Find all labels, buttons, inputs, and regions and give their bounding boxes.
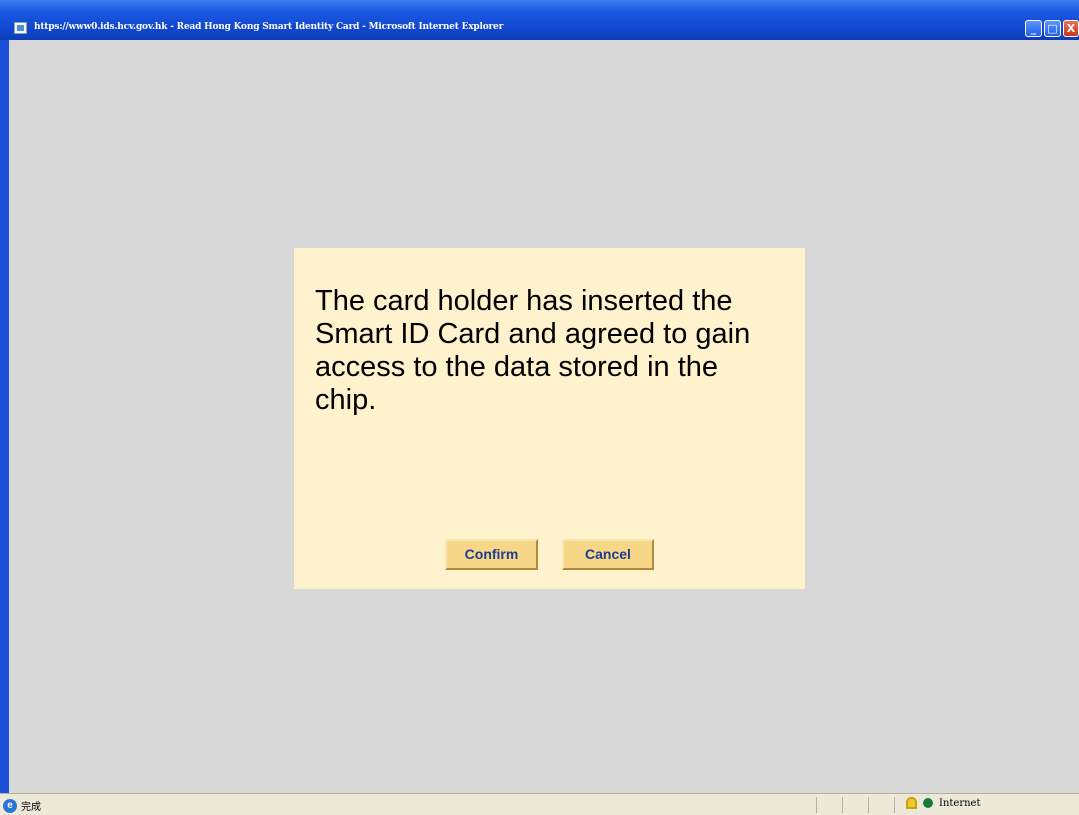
page-content: The card holder has inserted the Smart I… xyxy=(9,40,1079,793)
status-divider xyxy=(868,797,869,813)
ie-page-icon xyxy=(14,22,27,34)
confirm-button[interactable]: Confirm xyxy=(445,539,538,570)
confirmation-dialog: The card holder has inserted the Smart I… xyxy=(294,248,805,589)
status-divider xyxy=(894,797,895,813)
globe-icon xyxy=(923,798,933,808)
window-title: https://www0.ids.hcv.gov.hk - Read Hong … xyxy=(34,22,504,32)
status-text: 完成 xyxy=(21,802,41,813)
status-left: e 完成 xyxy=(3,798,41,813)
status-divider xyxy=(816,797,817,813)
browser-window: https://www0.ids.hcv.gov.hk - Read Hong … xyxy=(0,0,1079,815)
zone-text: Internet xyxy=(939,797,981,809)
ie-page-icon: e xyxy=(3,798,17,813)
maximize-button[interactable]: □ xyxy=(1044,20,1061,37)
status-bar: e 完成 Internet xyxy=(0,793,1079,815)
security-zone[interactable]: Internet xyxy=(906,797,980,809)
lock-icon xyxy=(906,797,917,809)
status-divider xyxy=(842,797,843,813)
minimize-button[interactable]: _ xyxy=(1025,20,1042,37)
close-button[interactable]: X xyxy=(1063,20,1079,37)
title-bar[interactable]: https://www0.ids.hcv.gov.hk - Read Hong … xyxy=(0,0,1079,40)
cancel-button[interactable]: Cancel xyxy=(562,539,654,570)
dialog-message: The card holder has inserted the Smart I… xyxy=(315,285,751,416)
